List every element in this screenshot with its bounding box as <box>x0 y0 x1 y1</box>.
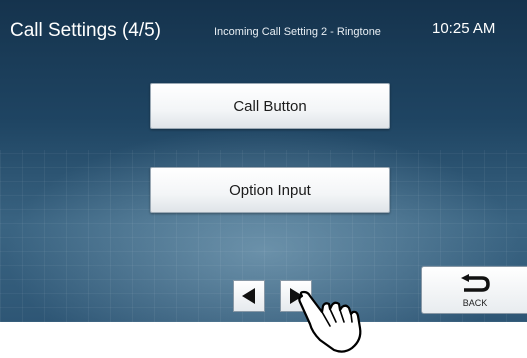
call-button-label: Call Button <box>233 97 307 115</box>
return-arrow-icon <box>461 274 490 292</box>
clock: 10:25 AM <box>432 20 496 37</box>
option-input-button[interactable]: Option Input <box>150 167 390 213</box>
left-triangle-icon <box>242 288 255 304</box>
back-button[interactable]: BACK <box>421 266 527 314</box>
back-label: BACK <box>462 298 488 308</box>
pointing-hand-icon <box>298 290 362 353</box>
previous-page-button[interactable] <box>233 280 265 312</box>
call-button-option[interactable]: Call Button <box>150 83 390 129</box>
page-subtitle: Incoming Call Setting 2 - Ringtone <box>214 26 381 38</box>
page-title: Call Settings (4/5) <box>10 20 162 41</box>
device-screen: Call Settings (4/5) Incoming Call Settin… <box>0 0 527 322</box>
option-input-label: Option Input <box>229 181 311 199</box>
